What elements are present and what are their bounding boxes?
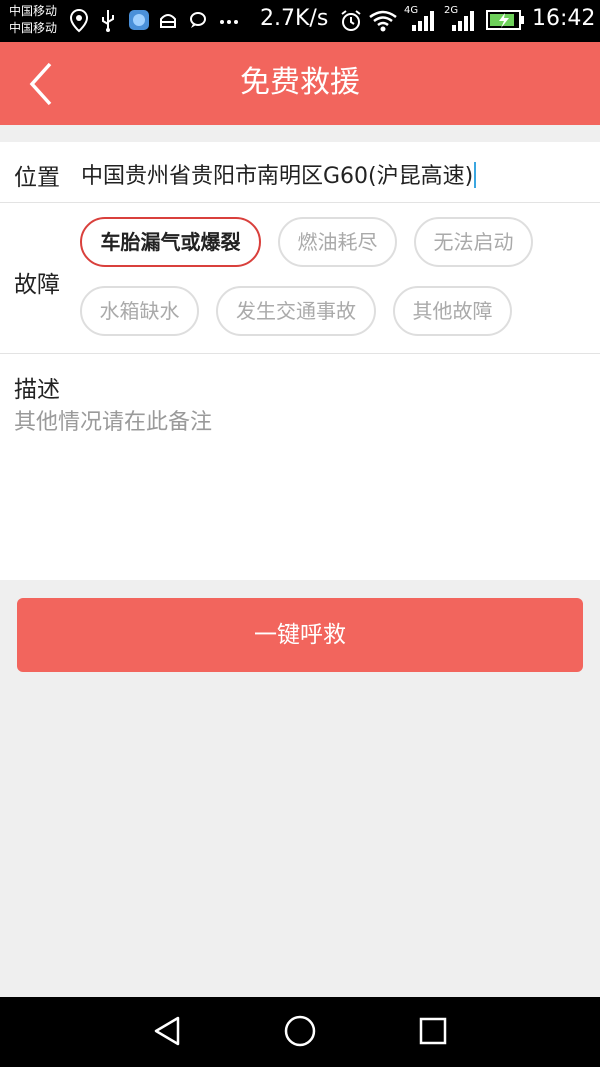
- home-circle-icon: [284, 1015, 316, 1047]
- carrier-names: 中国移动 中国移动: [9, 3, 57, 37]
- usb-icon: [102, 10, 114, 32]
- page-title: 免费救援: [240, 65, 360, 100]
- carrier-1: 中国移动: [9, 4, 58, 18]
- nav-bar: [0, 997, 600, 1067]
- android-icon: [160, 14, 176, 28]
- rescue-form: 位置 中国贵州省贵阳市南明区G60(沪昆高速) 故障 车胎漏气或爆裂 燃油耗尽 …: [0, 142, 600, 580]
- nav-home-button[interactable]: [278, 1011, 322, 1051]
- nav-recents-button[interactable]: [411, 1011, 455, 1051]
- chat-icon: [190, 12, 206, 28]
- sos-button[interactable]: 一键呼救: [17, 598, 583, 672]
- battery-icon: [486, 10, 524, 30]
- location-icon: [70, 9, 88, 33]
- carrier-2: 中国移动: [9, 21, 58, 35]
- back-triangle-icon: [154, 1016, 180, 1046]
- location-row: 位置 中国贵州省贵阳市南明区G60(沪昆高速): [0, 142, 600, 203]
- fault-chip-no-start[interactable]: 无法启动: [414, 217, 533, 267]
- signal-2-icon: [452, 11, 474, 31]
- text-cursor: [474, 162, 477, 188]
- location-label: 位置: [14, 165, 60, 191]
- more-icon: [220, 20, 238, 24]
- fault-chip-accident[interactable]: 发生交通事故: [216, 286, 376, 336]
- fault-row: 故障 车胎漏气或爆裂 燃油耗尽 无法启动 水箱缺水 发生交通事故 其他故障: [0, 203, 600, 354]
- signal-icon: [412, 11, 434, 31]
- description-label: 描述: [14, 377, 60, 403]
- fault-chip-other[interactable]: 其他故障: [393, 286, 512, 336]
- fault-chip-coolant[interactable]: 水箱缺水: [80, 286, 199, 336]
- app-icon: [129, 10, 149, 30]
- nav-back-button[interactable]: [145, 1011, 189, 1051]
- description-row: 描述: [0, 354, 600, 580]
- recents-square-icon: [419, 1017, 447, 1045]
- fault-label: 故障: [14, 272, 60, 298]
- net-speed: 2.7K/s: [260, 6, 329, 31]
- app-header: 免费救援: [0, 42, 600, 125]
- alarm-icon: [341, 10, 361, 31]
- fault-chip-tire[interactable]: 车胎漏气或爆裂: [80, 217, 261, 267]
- status-bar: 中国移动 中国移动 2.7K/s 4G 2G 16:42: [0, 0, 600, 42]
- wifi-icon: [369, 10, 397, 32]
- description-input[interactable]: [14, 404, 584, 564]
- fault-chip-fuel[interactable]: 燃油耗尽: [278, 217, 397, 267]
- clock: 16:42: [532, 6, 596, 31]
- location-field[interactable]: 中国贵州省贵阳市南明区G60(沪昆高速): [81, 158, 477, 190]
- location-value: 中国贵州省贵阳市南明区G60(沪昆高速): [81, 164, 474, 189]
